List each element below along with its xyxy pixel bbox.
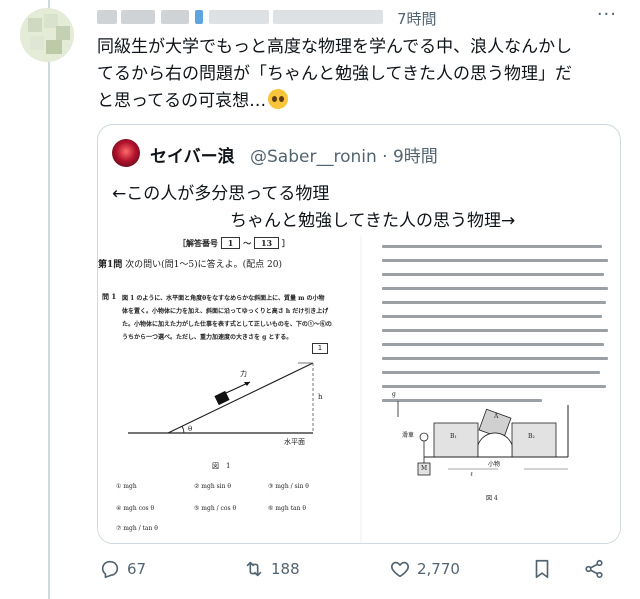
tweet-text-line: 同級生が大学でもっと高度な物理を学んでる中、浪人なんかし: [97, 37, 573, 57]
reply-button[interactable]: 67: [99, 558, 146, 580]
quote-author-name[interactable]: セイバー浪: [150, 142, 235, 167]
angle-arc: [181, 425, 185, 434]
figure-caption-right: 図 4: [486, 495, 498, 502]
height-label: h: [318, 393, 323, 401]
thread-line: [48, 0, 50, 599]
exam-page-right: B₁ B₂ A M 滑車 ℓ 小物 g 図 4: [362, 235, 620, 543]
quote-time: 9時間: [392, 147, 438, 167]
choice: ⑤ mgh / cos θ: [194, 505, 237, 512]
curved-groove: [477, 432, 513, 457]
quote-text: ←この人が多分思ってる物理 ちゃんと勉強してきた人の思う物理→: [112, 181, 515, 235]
tweet-header: 7時間 ···: [97, 4, 617, 29]
blurred-name: [97, 10, 117, 24]
action-bar: 67 188 2,770: [97, 558, 617, 588]
reply-icon: [101, 560, 119, 579]
quote-text-line: ←この人が多分思ってる物理: [112, 184, 330, 204]
tweet-text-line: てるから右の問題が「ちゃんと勉強してきた人の思う物理」だ: [97, 64, 572, 84]
ground-label: 水平面: [284, 438, 305, 446]
like-count: 2,770: [417, 560, 460, 578]
quote-avatar[interactable]: [112, 139, 140, 167]
label-pulley: 滑車: [402, 432, 415, 439]
block-b1: [433, 422, 479, 458]
tweet-text-line: と思ってるの可哀想…: [97, 91, 267, 111]
label-g: g: [392, 391, 396, 398]
pulley: [419, 432, 429, 442]
bookmark-button[interactable]: [531, 558, 553, 580]
incline-figure: [128, 362, 314, 434]
blurred-name: [121, 10, 155, 24]
label-m: M: [421, 465, 428, 472]
verified-badge-icon: [195, 10, 203, 24]
choice: ④ mgh cos θ: [116, 505, 155, 512]
quote-handle-text: @Saber__ronin: [250, 147, 377, 167]
quote-handle[interactable]: @Saber__ronin · 9時間: [250, 142, 438, 167]
quote-text-line: ちゃんと勉強してきた人の思う物理→: [230, 211, 516, 231]
label-b1: B₁: [450, 433, 457, 440]
blurred-handle: [273, 10, 383, 24]
block-b2: [511, 422, 557, 458]
heart-icon: [391, 561, 409, 578]
choice: ⑦ mgh / tan θ: [116, 525, 158, 532]
retweet-icon: [246, 561, 262, 577]
retweet-button[interactable]: 188: [243, 558, 300, 580]
tweet-timestamp[interactable]: 7時間: [397, 8, 437, 29]
label-a: A: [494, 413, 499, 420]
figure-caption: 図 1: [212, 462, 231, 470]
more-options-icon[interactable]: ···: [597, 4, 617, 25]
quote-tweet[interactable]: セイバー浪 @Saber__ronin · 9時間 ←この人が多分思ってる物理 …: [97, 124, 621, 544]
label-small-object: 小物: [488, 461, 501, 468]
choice: ⑥ mgh tan θ: [268, 505, 306, 512]
share-button[interactable]: [583, 558, 605, 580]
force-label: 力: [240, 370, 247, 378]
quote-media[interactable]: ［解答番号 1 〜 13 ］ 第1問 次の問い(問1～5)に答えよ。(配点 20…: [98, 235, 620, 543]
block: [214, 390, 230, 406]
reply-count: 67: [127, 560, 147, 578]
blurred-name: [161, 10, 189, 24]
bookmark-icon: [535, 559, 549, 579]
label-b2: B₂: [528, 433, 535, 440]
retweet-count: 188: [271, 560, 300, 578]
pleading-face-emoji: [268, 89, 289, 109]
share-icon: [585, 559, 603, 579]
choice: ③ mgh / sin θ: [268, 483, 309, 490]
exam-page-left: ［解答番号 1 〜 13 ］ 第1問 次の問い(問1～5)に答えよ。(配点 20…: [98, 235, 360, 543]
label-l: ℓ: [470, 471, 473, 478]
choice: ① mgh: [116, 483, 137, 490]
tweet-text: 同級生が大学でもっと高度な物理を学んでる中、浪人なんかし てるから右の問題が「ち…: [97, 34, 617, 115]
quote-separator: ·: [382, 147, 388, 167]
blurred-handle: [209, 10, 269, 24]
angle-label: θ: [188, 425, 193, 433]
avatar[interactable]: [20, 8, 74, 62]
like-button[interactable]: 2,770: [389, 558, 460, 580]
choice: ② mgh sin θ: [194, 483, 231, 490]
